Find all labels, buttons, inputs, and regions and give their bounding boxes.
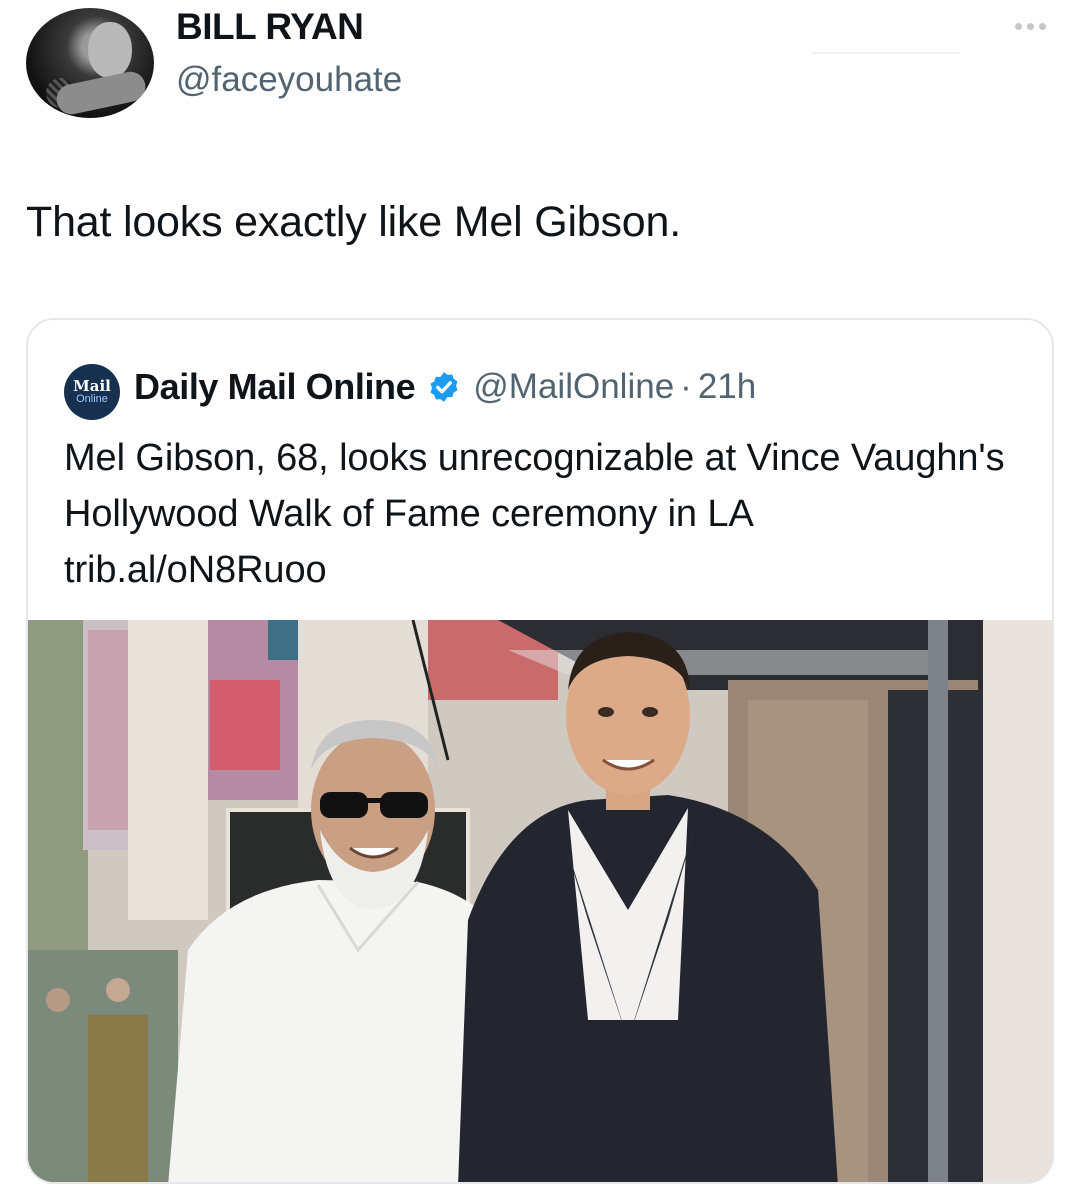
more-options-icon[interactable] — [1008, 16, 1052, 36]
author-name[interactable]: BILL RYAN — [176, 6, 364, 48]
divider — [812, 52, 960, 54]
dot — [1014, 22, 1022, 30]
quoted-author-name[interactable]: Daily Mail Online — [134, 366, 416, 408]
dot — [1026, 22, 1034, 30]
logo-line-2: Online — [76, 393, 108, 405]
dot — [1038, 22, 1046, 30]
quoted-text: Mel Gibson, 68, looks unrecognizable at … — [64, 437, 1005, 591]
tweet-text: That looks exactly like Mel Gibson. — [26, 198, 681, 246]
quoted-photo[interactable] — [28, 620, 1052, 1182]
avatar-face — [88, 22, 132, 78]
author-avatar[interactable] — [26, 8, 154, 118]
author-handle[interactable]: @faceyouhate — [176, 60, 402, 100]
quoted-author-handle[interactable]: @MailOnline — [473, 367, 674, 407]
separator: · — [680, 367, 692, 406]
quoted-header: Daily Mail Online @MailOnline · 21h — [134, 362, 756, 412]
photo-illustration — [28, 620, 1052, 1182]
quoted-tweet-card[interactable]: Mail Online Daily Mail Online @MailOnlin… — [26, 318, 1054, 1184]
mail-online-logo[interactable]: Mail Online — [64, 364, 120, 420]
logo-line-1: Mail — [73, 377, 111, 395]
verified-badge-icon — [430, 372, 458, 402]
quoted-timestamp[interactable]: 21h — [698, 367, 756, 407]
